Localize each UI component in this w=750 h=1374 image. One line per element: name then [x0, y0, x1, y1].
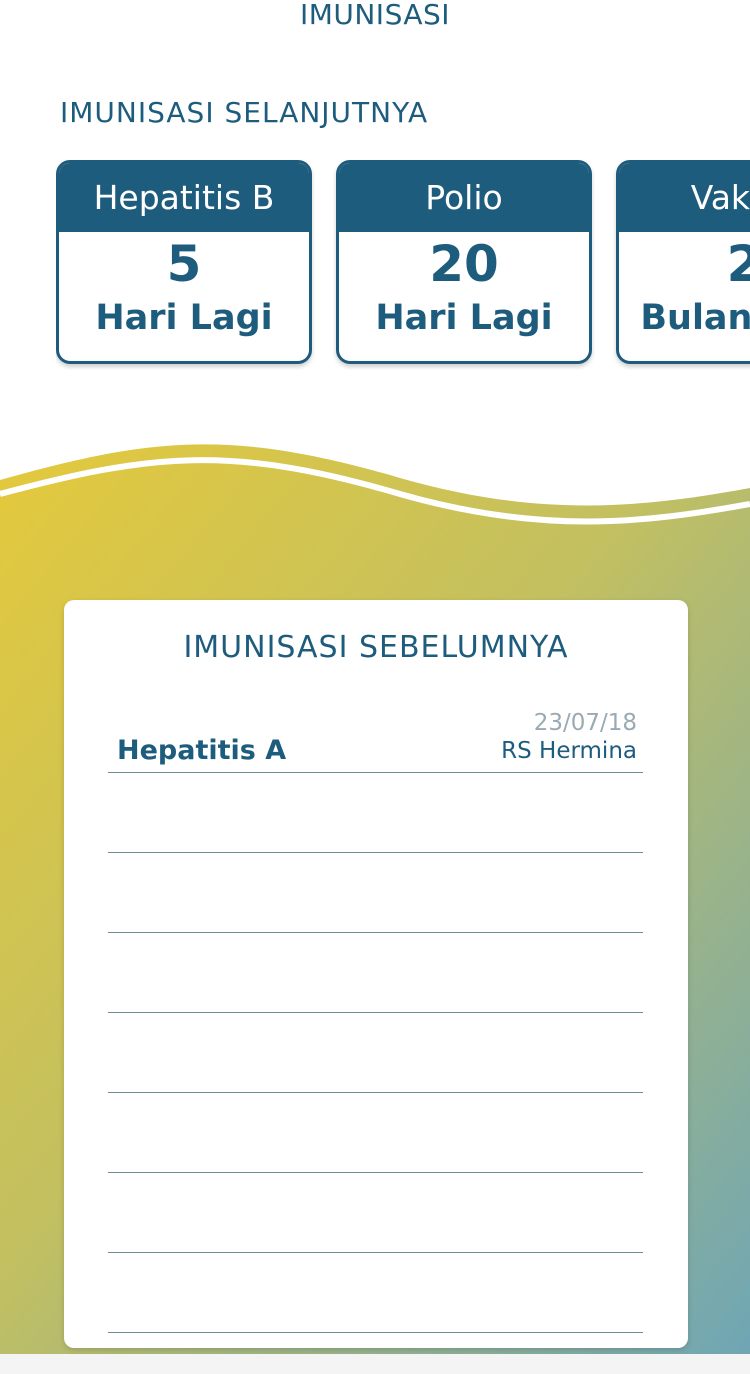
upcoming-card-polio[interactable]: Polio 20 Hari Lagi — [336, 160, 592, 364]
upcoming-card-unit: Hari Lagi — [95, 298, 273, 338]
upcoming-card-hepatitis-b[interactable]: Hepatitis B 5 Hari Lagi — [56, 160, 312, 364]
upcoming-card-name: Polio — [339, 163, 589, 232]
upcoming-card-vaksin[interactable]: Vaksin 2 Bulan Lagi — [616, 160, 750, 364]
history-date: 23/07/18 — [533, 710, 637, 736]
history-row[interactable] — [108, 1253, 643, 1333]
history-row[interactable] — [108, 1173, 643, 1253]
upcoming-card-count: 2 — [619, 236, 750, 292]
history-vaccine-name: Hepatitis A — [117, 735, 287, 766]
previous-section-title: IMUNISASI SEBELUMNYA — [183, 630, 569, 665]
history-place: RS Hermina — [501, 738, 637, 764]
upcoming-card-count: 5 — [166, 235, 202, 293]
bottom-bar — [0, 1354, 750, 1374]
history-row[interactable] — [108, 1013, 643, 1093]
upcoming-card-name: Vaksin — [619, 163, 750, 232]
upcoming-card-unit: Hari Lagi — [375, 298, 553, 338]
history-row[interactable]: Hepatitis A 23/07/18 RS Hermina — [108, 693, 643, 773]
history-row[interactable] — [108, 773, 643, 853]
upcoming-section-title: IMUNISASI SELANJUTNYA — [60, 96, 429, 129]
upcoming-immunization-list[interactable]: Hepatitis B 5 Hari Lagi Polio 20 Hari La… — [56, 160, 750, 370]
upcoming-card-unit: Bulan Lagi — [640, 298, 750, 338]
history-row[interactable] — [108, 1093, 643, 1173]
previous-immunization-card: IMUNISASI SEBELUMNYA Hepatitis A 23/07/1… — [64, 600, 688, 1348]
upcoming-card-name: Hepatitis B — [59, 163, 309, 232]
page-title: IMUNISASI — [299, 0, 451, 31]
history-row[interactable] — [108, 853, 643, 933]
history-row[interactable] — [108, 933, 643, 1013]
upcoming-card-count: 20 — [429, 235, 499, 293]
